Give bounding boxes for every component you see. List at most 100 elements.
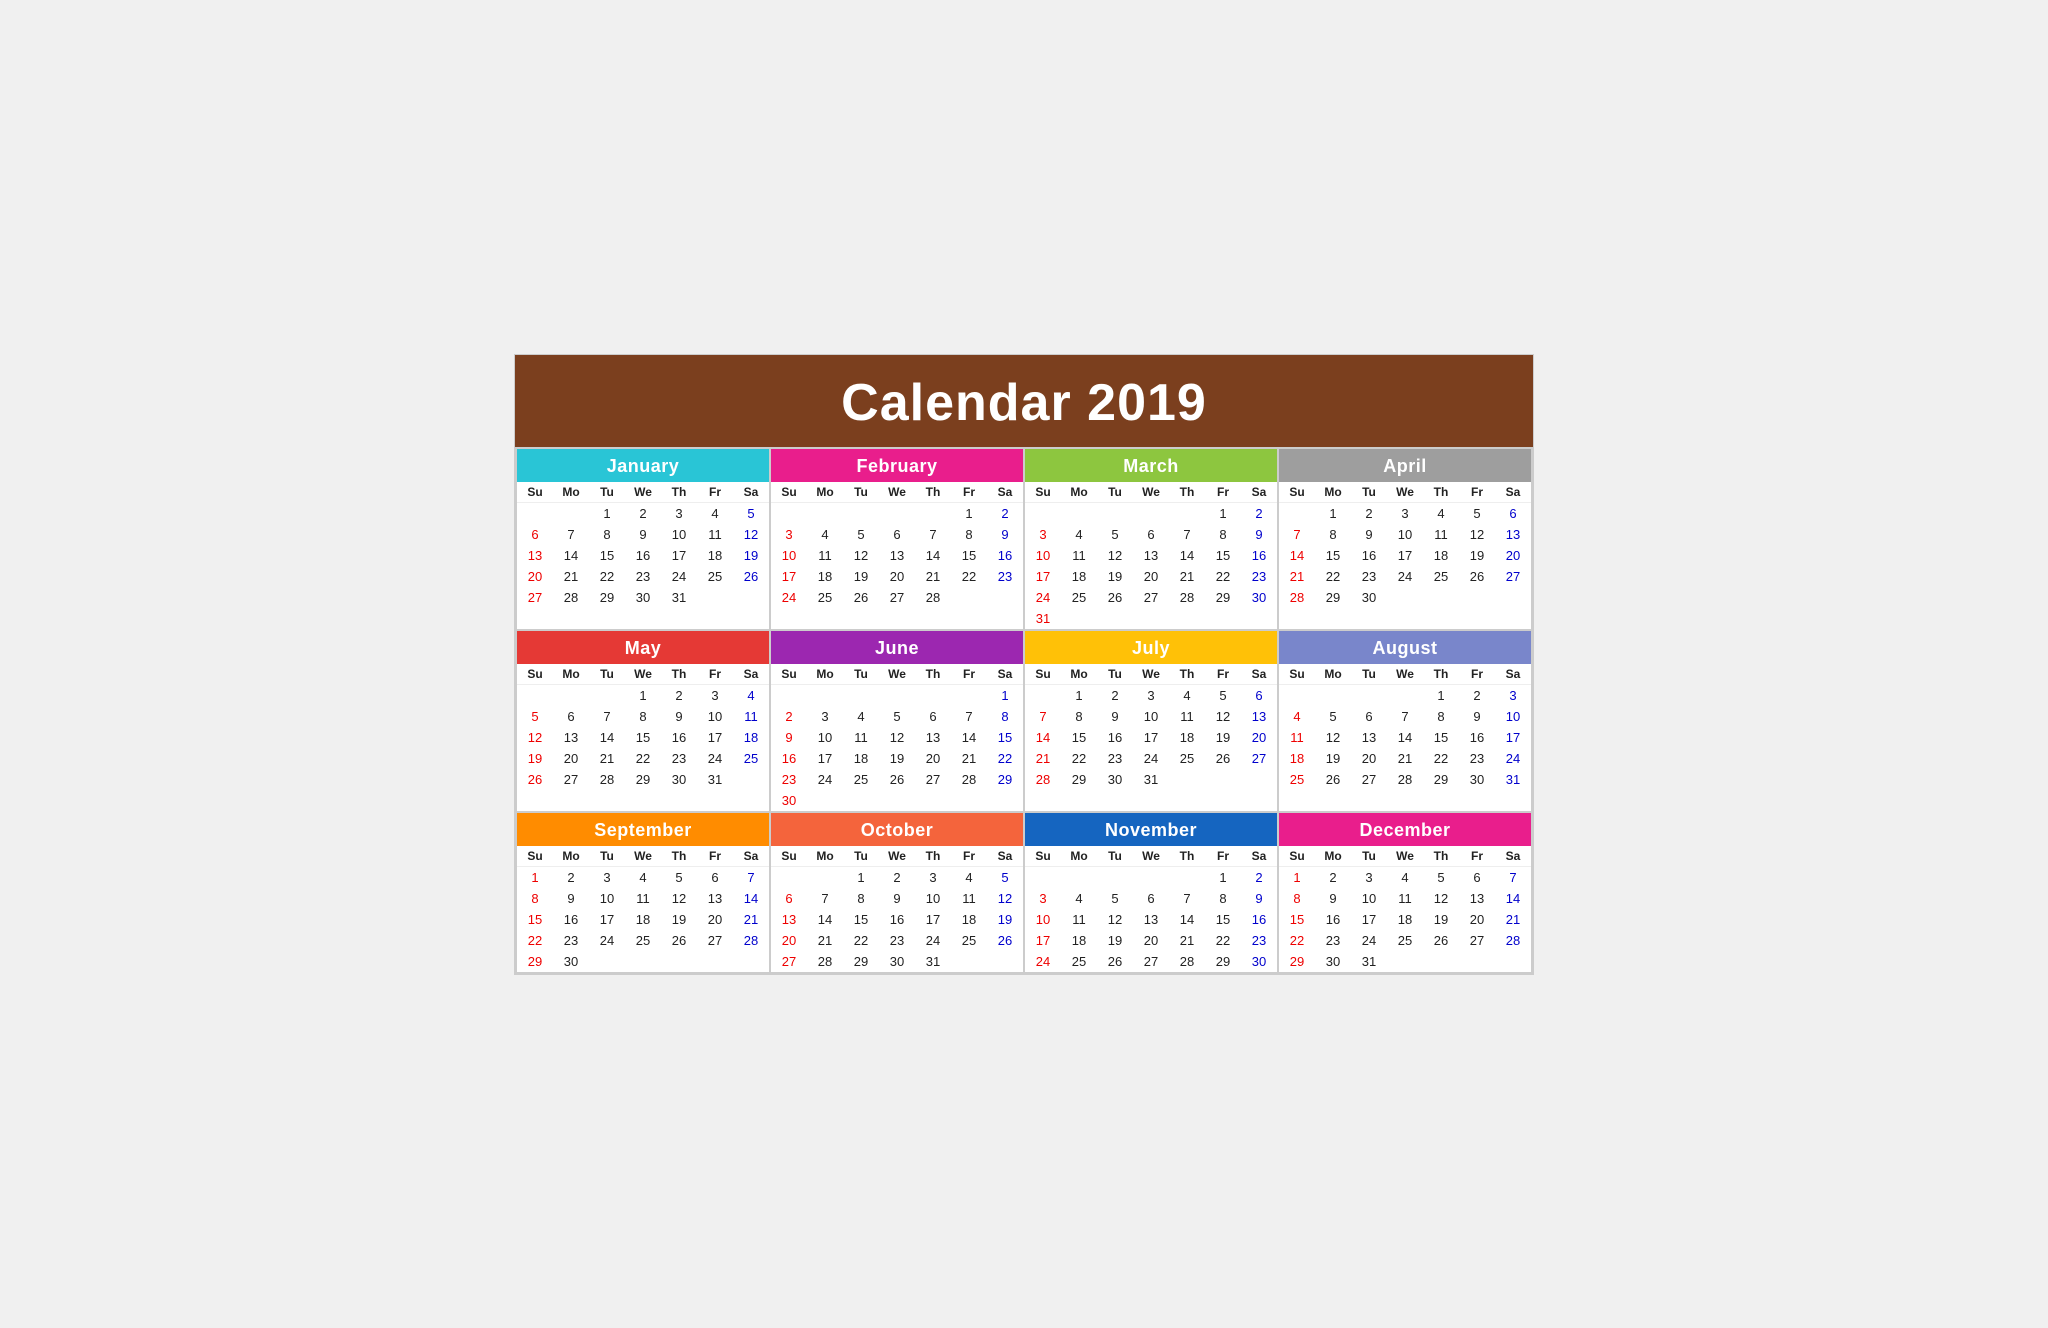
calendar-day: 1	[589, 502, 625, 524]
calendar-day: 15	[1061, 727, 1097, 748]
calendar-day: 7	[951, 706, 987, 727]
month-block-september: SeptemberSuMoTuWeThFrSa12345678910111213…	[517, 813, 771, 974]
calendar-day: 23	[625, 566, 661, 587]
calendar-day: 4	[733, 684, 769, 706]
day-header-mo: Mo	[807, 482, 843, 503]
calendar-day: 8	[589, 524, 625, 545]
calendar-day: 11	[1169, 706, 1205, 727]
calendar-day: 16	[771, 748, 807, 769]
calendar-day: 7	[589, 706, 625, 727]
calendar-day: 28	[1495, 930, 1531, 951]
table-row: 3456789	[771, 524, 1023, 545]
calendar-day: 23	[1459, 748, 1495, 769]
calendar-day: 9	[1241, 524, 1277, 545]
calendar-day	[1025, 684, 1061, 706]
calendar-day	[1495, 951, 1531, 972]
table-row: 282930	[1279, 587, 1531, 608]
calendar-day: 4	[697, 502, 733, 524]
month-table-december: SuMoTuWeThFrSa12345678910111213141516171…	[1279, 846, 1531, 972]
calendar-day: 15	[517, 909, 553, 930]
month-block-october: OctoberSuMoTuWeThFrSa1234567891011121314…	[771, 813, 1025, 974]
month-table-january: SuMoTuWeThFrSa12345678910111213141516171…	[517, 482, 769, 608]
calendar-day: 2	[879, 866, 915, 888]
month-table-may: SuMoTuWeThFrSa12345678910111213141516171…	[517, 664, 769, 790]
day-header-we: We	[625, 482, 661, 503]
calendar-day: 14	[807, 909, 843, 930]
calendar-day: 26	[661, 930, 697, 951]
calendar-day: 19	[1315, 748, 1351, 769]
day-header-su: Su	[1025, 846, 1061, 867]
calendar-day	[915, 502, 951, 524]
calendar-day: 1	[1061, 684, 1097, 706]
month-block-may: MaySuMoTuWeThFrSa12345678910111213141516…	[517, 631, 771, 813]
calendar-day: 25	[1387, 930, 1423, 951]
calendar-day: 16	[879, 909, 915, 930]
calendar-day	[517, 502, 553, 524]
day-header-tu: Tu	[843, 846, 879, 867]
calendar-day: 18	[625, 909, 661, 930]
calendar-day: 5	[733, 502, 769, 524]
calendar-day: 2	[661, 684, 697, 706]
table-row: 3456789	[1025, 888, 1277, 909]
calendar-day: 5	[843, 524, 879, 545]
day-header-fr: Fr	[697, 664, 733, 685]
day-header-we: We	[625, 846, 661, 867]
calendar-day: 30	[553, 951, 589, 972]
calendar-day: 14	[1025, 727, 1061, 748]
table-row: 12	[1025, 866, 1277, 888]
month-header-november: November	[1025, 813, 1277, 846]
calendar-day: 28	[1387, 769, 1423, 790]
calendar-day	[771, 866, 807, 888]
calendar-day: 21	[733, 909, 769, 930]
table-row: 6789101112	[517, 524, 769, 545]
day-header-tu: Tu	[589, 846, 625, 867]
calendar-day: 27	[1351, 769, 1387, 790]
month-block-february: FebruarySuMoTuWeThFrSa123456789101112131…	[771, 449, 1025, 631]
calendar-day: 28	[915, 587, 951, 608]
calendar-day: 1	[987, 684, 1023, 706]
calendar-day: 20	[1351, 748, 1387, 769]
day-header-we: We	[1387, 846, 1423, 867]
calendar-day: 8	[625, 706, 661, 727]
calendar-day: 19	[1097, 566, 1133, 587]
calendar-day: 13	[517, 545, 553, 566]
calendar-day: 14	[1495, 888, 1531, 909]
table-row: 11121314151617	[1279, 727, 1531, 748]
calendar-day: 22	[1315, 566, 1351, 587]
calendar-day	[1205, 769, 1241, 790]
day-header-th: Th	[1423, 846, 1459, 867]
calendar-day: 5	[987, 866, 1023, 888]
calendar-day: 13	[915, 727, 951, 748]
calendar-day: 28	[589, 769, 625, 790]
calendar-day: 28	[1279, 587, 1315, 608]
calendar-day	[1205, 608, 1241, 629]
calendar-day: 11	[1423, 524, 1459, 545]
calendar-day: 30	[625, 587, 661, 608]
month-table-august: SuMoTuWeThFrSa12345678910111213141516171…	[1279, 664, 1531, 790]
calendar-day: 18	[1387, 909, 1423, 930]
day-header-su: Su	[771, 664, 807, 685]
calendar-day: 16	[1241, 545, 1277, 566]
table-row: 2728293031	[517, 587, 769, 608]
calendar-day	[879, 502, 915, 524]
day-header-su: Su	[771, 482, 807, 503]
calendar-day	[807, 866, 843, 888]
day-header-we: We	[879, 846, 915, 867]
calendar-day: 30	[1351, 587, 1387, 608]
calendar-day: 20	[915, 748, 951, 769]
calendar-day: 12	[517, 727, 553, 748]
calendar-day: 23	[1241, 566, 1277, 587]
calendar-day: 9	[1351, 524, 1387, 545]
month-header-december: December	[1279, 813, 1531, 846]
calendar-day: 20	[697, 909, 733, 930]
calendar-day: 24	[1025, 951, 1061, 972]
calendar-day: 27	[1133, 587, 1169, 608]
day-header-tu: Tu	[589, 482, 625, 503]
day-header-th: Th	[661, 664, 697, 685]
calendar-day: 3	[1025, 888, 1061, 909]
calendar-day: 1	[1315, 502, 1351, 524]
calendar-day: 21	[1025, 748, 1061, 769]
month-header-september: September	[517, 813, 769, 846]
day-header-sa: Sa	[1495, 664, 1531, 685]
day-header-fr: Fr	[1205, 482, 1241, 503]
